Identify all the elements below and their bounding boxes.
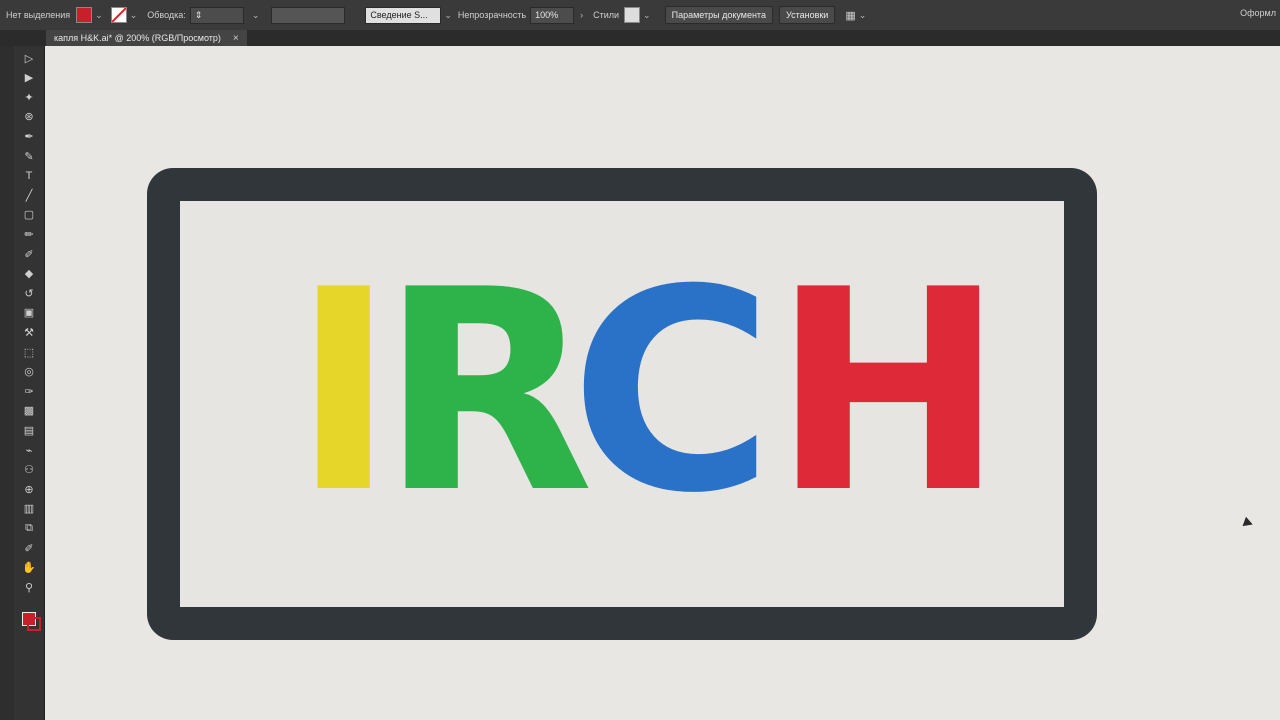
tool-icon[interactable]: ✐ bbox=[19, 246, 39, 262]
control-bar: Нет выделения ⌄ ⌄ Обводка: ⇕ ⌄ Сведение … bbox=[0, 0, 1280, 31]
tool-icon[interactable]: ⚒ bbox=[19, 324, 39, 340]
close-icon[interactable]: × bbox=[233, 33, 239, 44]
stroke-swatch[interactable] bbox=[110, 7, 127, 23]
tool-icon[interactable]: ⧉ bbox=[19, 520, 39, 536]
tool-icon[interactable]: ⬚ bbox=[19, 344, 39, 360]
document-setup-label: Параметры документа bbox=[671, 10, 766, 20]
letter-h[interactable]: H bbox=[772, 253, 1005, 531]
stroke-label: Обводка: bbox=[147, 10, 186, 20]
tool-icon[interactable]: ↺ bbox=[19, 285, 39, 301]
stroke-weight-field[interactable]: ⇕ bbox=[189, 6, 244, 24]
tool-icon[interactable]: ✒ bbox=[19, 128, 39, 144]
logo-inner-panel: I R C H bbox=[180, 201, 1064, 607]
chevron-down-icon[interactable]: ⌄ bbox=[859, 10, 867, 21]
tool-icon[interactable]: ▷ bbox=[19, 50, 39, 66]
tool-icon[interactable]: ⚲ bbox=[19, 579, 39, 595]
workspace-label[interactable]: Оформл bbox=[1240, 8, 1276, 18]
opacity-value: 100% bbox=[535, 10, 559, 20]
tool-icon[interactable]: ▥ bbox=[19, 501, 39, 517]
tool-icon[interactable]: ✏ bbox=[19, 226, 39, 242]
chevron-down-icon[interactable]: ⌄ bbox=[643, 10, 651, 21]
logo-lettering: I R C H bbox=[180, 201, 1064, 607]
logo-frame[interactable]: I R C H bbox=[147, 168, 1097, 640]
letter-c[interactable]: C bbox=[570, 253, 774, 531]
tool-icon[interactable]: ▩ bbox=[19, 403, 39, 419]
tool-icon[interactable]: ⚇ bbox=[19, 462, 39, 478]
tool-icon[interactable]: ⊛ bbox=[19, 109, 39, 125]
artboard-canvas[interactable]: I R C H bbox=[45, 46, 1280, 720]
tools-panel: ▷ ▶ ✦ ⊛ ✒ ✎ T ╱ ▢ ✏ ✐ ◆ ↺ ▣ ⚒ ⬚ ◎ ✑ ▩ ▤ ⌁ ⚇ ⊕ ▥ ⧉ ✐ ✋ ⚲ bbox=[14, 46, 45, 720]
tool-icon[interactable]: ▣ bbox=[19, 305, 39, 321]
chevron-right-icon[interactable]: › bbox=[580, 10, 583, 20]
styles-label: Стили bbox=[593, 10, 620, 20]
tab-document[interactable]: капля H&K.ai* @ 200% (RGB/Просмотр) × bbox=[46, 30, 247, 46]
tool-icon[interactable]: ⌁ bbox=[19, 442, 39, 458]
document-tab-title: капля H&K.ai* @ 200% (RGB/Просмотр) bbox=[54, 33, 221, 43]
tool-icon[interactable]: ▶ bbox=[19, 70, 39, 86]
tool-icon[interactable]: ╱ bbox=[19, 187, 39, 203]
stroke-color-swatch[interactable] bbox=[27, 617, 41, 631]
chevron-down-icon[interactable]: ⌄ bbox=[252, 10, 260, 21]
selection-label: Нет выделения bbox=[6, 10, 71, 20]
preferences-label: Установки bbox=[785, 10, 829, 20]
tool-icon[interactable]: ▢ bbox=[19, 207, 39, 223]
tool-icon[interactable]: T bbox=[19, 168, 39, 184]
letter-r[interactable]: R bbox=[380, 253, 594, 531]
tool-icon[interactable]: ✦ bbox=[19, 89, 39, 105]
tool-icon[interactable]: ✋ bbox=[19, 560, 39, 576]
brush-field[interactable]: Сведение S... bbox=[365, 6, 442, 24]
tool-icon[interactable]: ◎ bbox=[19, 364, 39, 380]
tool-icon[interactable]: ⊕ bbox=[19, 481, 39, 497]
chevron-down-icon[interactable]: ⌄ bbox=[95, 10, 103, 21]
style-swatch[interactable] bbox=[624, 7, 641, 23]
arrange-icon[interactable]: ▦ bbox=[845, 9, 855, 22]
tool-icon[interactable]: ✐ bbox=[19, 540, 39, 556]
fill-stroke-widget[interactable] bbox=[22, 612, 41, 631]
chevron-down-icon[interactable]: ⌄ bbox=[130, 10, 138, 21]
preferences-button[interactable]: Установки bbox=[778, 6, 836, 24]
fill-swatch[interactable] bbox=[76, 7, 93, 23]
tool-icon[interactable]: ✎ bbox=[19, 148, 39, 164]
tool-icon[interactable]: ◆ bbox=[19, 266, 39, 282]
blend-label: Сведение S... bbox=[370, 10, 428, 20]
document-tab-bar: капля H&K.ai* @ 200% (RGB/Просмотр) × bbox=[0, 30, 1280, 46]
tool-icon[interactable]: ▤ bbox=[19, 422, 39, 438]
opacity-field[interactable]: 100% bbox=[530, 6, 575, 24]
tool-icon[interactable]: ✑ bbox=[19, 383, 39, 399]
opacity-label[interactable]: Непрозрачность bbox=[458, 10, 526, 20]
variable-width-field[interactable] bbox=[271, 6, 346, 24]
document-setup-button[interactable]: Параметры документа bbox=[664, 6, 773, 24]
chevron-down-icon[interactable]: ⌄ bbox=[444, 10, 452, 21]
no-stroke-icon bbox=[111, 8, 126, 22]
